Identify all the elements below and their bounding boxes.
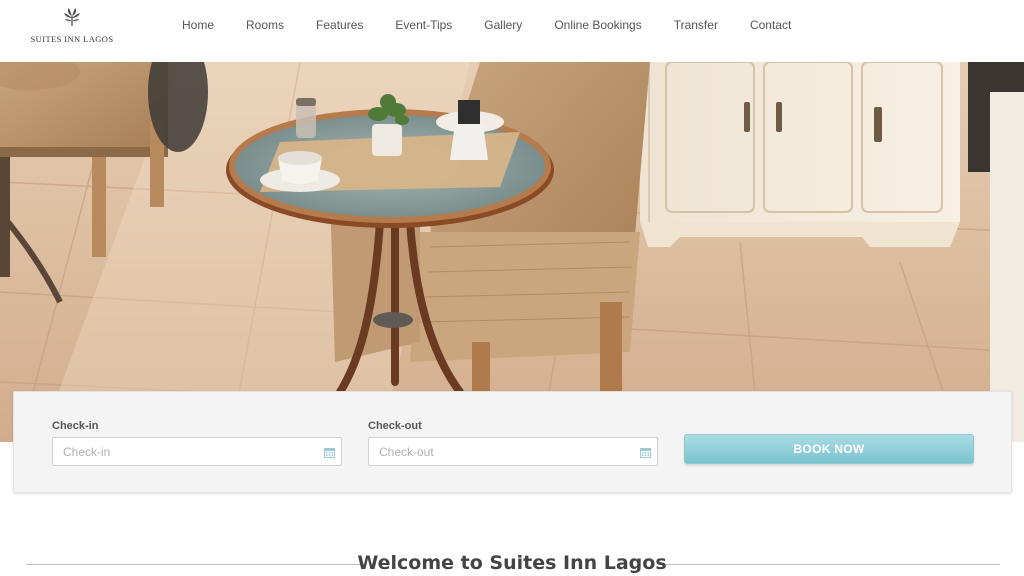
nav-features[interactable]: Features [300,18,379,32]
checkin-input[interactable] [53,438,341,465]
booking-form: Check-in Check-out BOOK NOW [13,391,1012,493]
hero-image [0,62,1024,442]
flower-icon [64,8,80,26]
hero-illustration [0,62,1024,442]
nav-rooms[interactable]: Rooms [230,18,300,32]
nav-online-bookings[interactable]: Online Bookings [538,18,657,32]
checkin-label: Check-in [52,420,99,432]
checkout-label: Check-out [368,420,422,432]
nav-home[interactable]: Home [166,18,230,32]
checkout-field[interactable] [368,437,658,466]
site-header: SUITES INN LAGOS Home Rooms Features Eve… [0,0,1024,62]
nav-contact[interactable]: Contact [734,18,807,32]
site-logo[interactable]: SUITES INN LAGOS [24,6,120,50]
book-now-button[interactable]: BOOK NOW [684,434,974,464]
calendar-icon[interactable] [640,447,651,458]
checkout-input[interactable] [369,438,657,465]
logo-text: SUITES INN LAGOS [30,34,114,44]
checkin-field[interactable] [52,437,342,466]
calendar-icon[interactable] [324,447,335,458]
main-nav: Home Rooms Features Event-Tips Gallery O… [166,18,807,32]
nav-event-tips[interactable]: Event-Tips [379,18,468,32]
welcome-section: Welcome to Suites Inn Lagos [0,548,1024,576]
nav-transfer[interactable]: Transfer [658,18,734,32]
nav-gallery[interactable]: Gallery [468,18,538,32]
welcome-title: Welcome to Suites Inn Lagos [357,552,667,574]
